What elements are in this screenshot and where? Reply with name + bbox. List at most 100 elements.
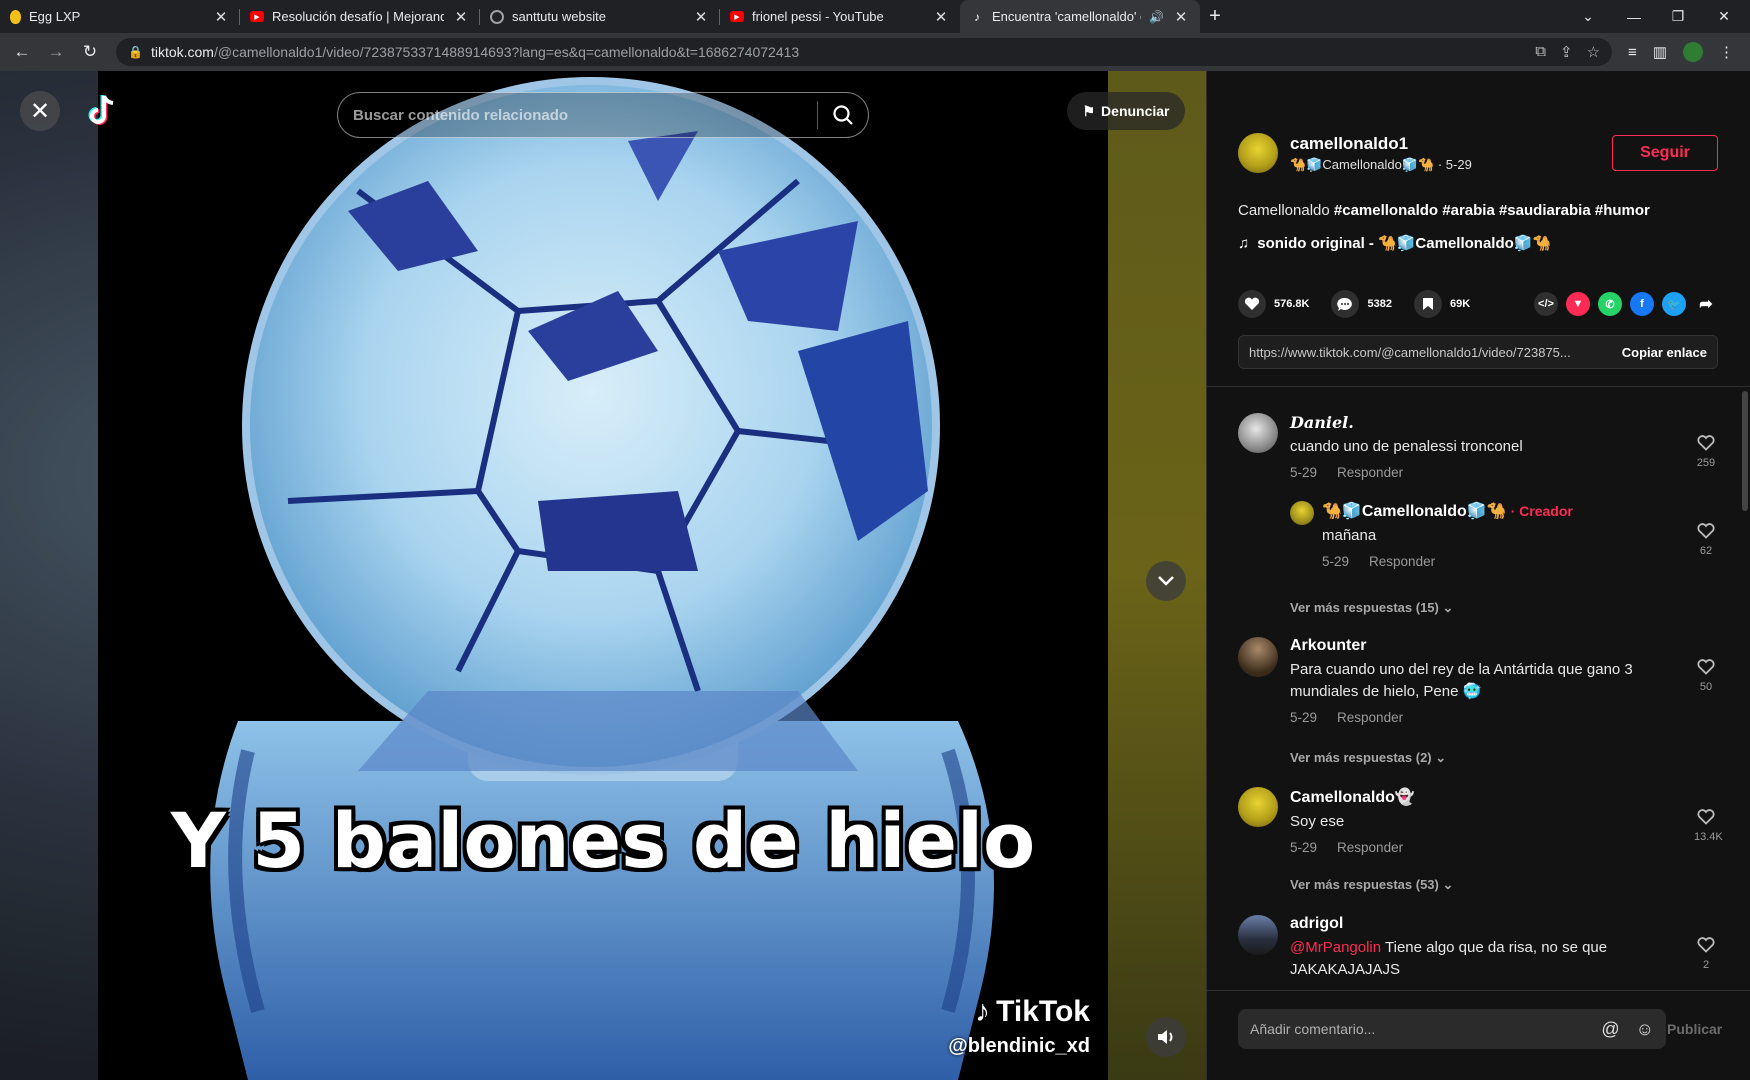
send-icon[interactable]: ▼: [1566, 292, 1590, 316]
comment-item: 𝑫𝒂𝒏𝒊𝒆𝒍. cuando uno de penalessi troncone…: [1238, 413, 1718, 480]
comment-like-button[interactable]: 50: [1694, 659, 1718, 693]
close-tab-icon[interactable]: ✕: [932, 8, 950, 26]
tab-frionel-pessi[interactable]: ▶ frionel pessi - YouTube ✕: [720, 0, 960, 33]
music-title: sonido original - 🐪🧊Camellonaldo🧊🐪: [1257, 235, 1552, 252]
emoji-icon[interactable]: ☺: [1636, 1019, 1654, 1040]
view-more-label: Ver más respuestas (53): [1290, 877, 1439, 892]
user-mention[interactable]: @MrPangolin: [1290, 939, 1381, 956]
menu-kebab-icon[interactable]: ⋮: [1719, 43, 1734, 61]
creator-name[interactable]: 🐪🧊Camellonaldo🧊🐪: [1322, 501, 1507, 521]
bookmark-star-icon[interactable]: ☆: [1587, 43, 1600, 61]
share-icon[interactable]: ⇪: [1560, 43, 1573, 61]
reply-button[interactable]: Responder: [1337, 710, 1403, 725]
chevron-down-icon: ⌄: [1442, 600, 1454, 615]
mention-at-icon[interactable]: @: [1601, 1019, 1619, 1040]
comment-like-button[interactable]: 62: [1694, 523, 1718, 557]
report-button[interactable]: ⚑ Denunciar: [1067, 92, 1185, 130]
tab-resolucion-desafio[interactable]: ▶ Resolución desafío | Mejorando e ✕: [240, 0, 480, 33]
minimize-button[interactable]: —: [1612, 0, 1656, 33]
music-link[interactable]: ♫ sonido original - 🐪🧊Camellonaldo🧊🐪: [1238, 234, 1552, 253]
reply-button[interactable]: Responder: [1337, 465, 1403, 480]
close-icon: ✕: [29, 97, 51, 125]
video-link: https://www.tiktok.com/@camellonaldo1/vi…: [1249, 344, 1571, 360]
related-content-search[interactable]: Buscar contenido relacionado: [337, 92, 869, 138]
chevron-down-icon: [1158, 576, 1174, 586]
chevron-down-icon: ⌄: [1442, 877, 1454, 892]
reload-button[interactable]: ↻: [76, 38, 104, 66]
audio-playing-icon[interactable]: 🔊: [1149, 10, 1164, 24]
search-icon[interactable]: [818, 104, 868, 126]
tiktok-home-logo[interactable]: [84, 93, 120, 129]
comment-input-placeholder: Añadir comentario...: [1250, 1021, 1376, 1037]
reply-button[interactable]: Responder: [1337, 840, 1403, 855]
close-tab-icon[interactable]: ✕: [1172, 8, 1190, 26]
copy-link-box: https://www.tiktok.com/@camellonaldo1/vi…: [1238, 335, 1718, 369]
save-button[interactable]: 69K: [1413, 290, 1471, 318]
address-bar[interactable]: 🔒 tiktok.com/@camellonaldo1/video/723875…: [116, 38, 1613, 66]
twitter-icon[interactable]: 🐦: [1662, 292, 1686, 316]
close-window-button[interactable]: ✕: [1702, 0, 1746, 33]
heart-outline-icon: [1697, 937, 1715, 953]
comment-input[interactable]: Añadir comentario... @ ☺: [1238, 1009, 1666, 1049]
author-username[interactable]: camellonaldo1: [1290, 134, 1612, 154]
author-avatar[interactable]: [1238, 133, 1278, 173]
media-control-icon[interactable]: ≡: [1628, 44, 1637, 61]
hashtags[interactable]: #camellonaldo #arabia #saudiarabia #humo…: [1334, 202, 1650, 219]
commenter-name[interactable]: Arkounter: [1290, 637, 1718, 655]
comment-like-button[interactable]: 259: [1694, 435, 1718, 469]
commenter-avatar[interactable]: [1238, 787, 1278, 827]
video-frame[interactable]: Y 5 balones de hielo ♪ TikTok @blendinic_…: [98, 71, 1108, 1080]
profile-avatar[interactable]: [1683, 42, 1703, 62]
share-arrow-icon[interactable]: ➦: [1694, 292, 1718, 316]
heart-outline-icon: [1697, 523, 1715, 539]
close-video-button[interactable]: ✕: [20, 91, 60, 131]
search-input[interactable]: Buscar contenido relacionado: [353, 107, 817, 124]
commenter-name[interactable]: Camellonaldo👻: [1290, 787, 1718, 807]
commenter-avatar[interactable]: [1238, 413, 1278, 453]
forward-button[interactable]: →: [42, 38, 70, 66]
view-more-label: Ver más respuestas (2): [1290, 750, 1432, 765]
comment-count: 5382: [1367, 298, 1392, 310]
comment-button[interactable]: 5382: [1331, 290, 1392, 318]
embed-icon[interactable]: </>: [1534, 292, 1558, 316]
commenter-name[interactable]: adrigol: [1290, 915, 1718, 933]
open-in-app-icon[interactable]: ⧉: [1535, 43, 1546, 61]
close-tab-icon[interactable]: ✕: [692, 8, 710, 26]
comment-like-button[interactable]: 2: [1694, 937, 1718, 971]
side-panel-icon[interactable]: ▥: [1653, 43, 1667, 61]
tab-tiktok-active[interactable]: ♪ Encuentra 'camellonaldo' en 🔊 ✕: [960, 0, 1200, 33]
maximize-button[interactable]: ❐: [1656, 0, 1700, 33]
close-tab-icon[interactable]: ✕: [452, 8, 470, 26]
view-more-label: Ver más respuestas (15): [1290, 600, 1439, 615]
facebook-icon[interactable]: f: [1630, 292, 1654, 316]
whatsapp-icon[interactable]: ✆: [1598, 292, 1622, 316]
close-tab-icon[interactable]: ✕: [212, 8, 230, 26]
copy-link-button[interactable]: Copiar enlace: [1622, 345, 1707, 360]
back-button[interactable]: ←: [8, 38, 36, 66]
author-nickname-date: 🐪🧊Camellonaldo🧊🐪 · 5-29: [1290, 156, 1472, 172]
reply-button[interactable]: Responder: [1369, 554, 1435, 569]
new-tab-button[interactable]: +: [1200, 0, 1230, 33]
tab-santtutu-website[interactable]: santtutu website ✕: [480, 0, 720, 33]
publish-button[interactable]: Publicar: [1667, 1021, 1722, 1037]
comment-like-button[interactable]: 13.4K: [1694, 809, 1723, 843]
view-more-replies[interactable]: Ver más respuestas (2) ⌄: [1290, 750, 1446, 766]
view-more-replies[interactable]: Ver más respuestas (15) ⌄: [1290, 600, 1453, 616]
follow-button[interactable]: Seguir: [1612, 135, 1718, 171]
commenter-avatar[interactable]: [1238, 637, 1278, 677]
lock-icon[interactable]: 🔒: [128, 45, 143, 59]
commenter-avatar[interactable]: [1238, 915, 1278, 955]
view-more-replies[interactable]: Ver más respuestas (53) ⌄: [1290, 877, 1453, 893]
comment-like-count: 13.4K: [1694, 831, 1723, 843]
next-video-button[interactable]: [1146, 561, 1186, 601]
comment-text: Soy ese: [1290, 813, 1345, 830]
creator-avatar[interactable]: [1290, 501, 1314, 525]
action-bar: 576.8K 5382 69K </> ▼ ✆ f 🐦 ➦: [1238, 287, 1718, 321]
tab-egg-lxp[interactable]: Egg LXP ✕: [0, 0, 240, 33]
tab-search-icon[interactable]: ⌄: [1566, 0, 1610, 33]
save-count: 69K: [1449, 298, 1471, 310]
volume-button[interactable]: [1146, 1017, 1186, 1057]
commenter-name[interactable]: 𝑫𝒂𝒏𝒊𝒆𝒍.: [1290, 413, 1718, 432]
comments-scrollbar[interactable]: [1742, 391, 1748, 511]
like-button[interactable]: 576.8K: [1238, 290, 1309, 318]
